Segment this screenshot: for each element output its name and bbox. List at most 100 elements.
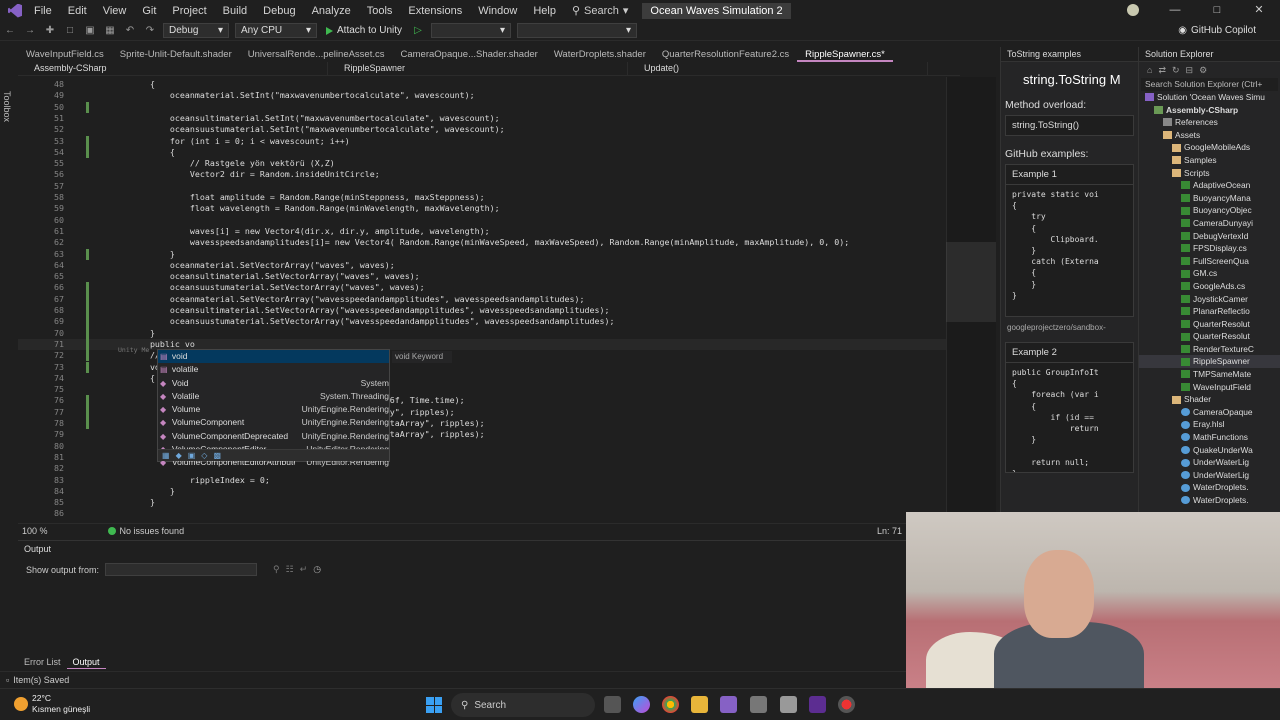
- code-line[interactable]: 51 oceansultimaterial.SetInt("maxwavenum…: [18, 113, 946, 124]
- code-line[interactable]: 67 oceanmaterial.SetVectorArray("wavessp…: [18, 294, 946, 305]
- tree-item[interactable]: Assets: [1139, 129, 1280, 142]
- tab-error-list[interactable]: Error List: [18, 655, 67, 669]
- output-source-dropdown[interactable]: [105, 563, 258, 576]
- code-line[interactable]: 53 for (int i = 0; i < wavescount; i++): [18, 136, 946, 147]
- completion-item[interactable]: ◆ VolumeComponent UnityEngine.Rendering: [158, 416, 389, 429]
- code-line[interactable]: 63 }: [18, 249, 946, 260]
- issues-status[interactable]: No issues found: [120, 526, 185, 536]
- filter-icon[interactable]: ▦: [162, 451, 170, 460]
- document-tab[interactable]: UniversalRende...pelineAsset.cs: [240, 47, 393, 62]
- tree-item[interactable]: Samples: [1139, 154, 1280, 167]
- code-line[interactable]: 57: [18, 181, 946, 192]
- project-dropdown[interactable]: Assembly-CSharp: [18, 62, 328, 75]
- tree-item[interactable]: AdaptiveOcean: [1139, 179, 1280, 192]
- code-line[interactable]: 56 Vector2 dir = Random.insideUnitCircle…: [18, 169, 946, 180]
- completion-item[interactable]: ▤ void: [158, 350, 389, 364]
- visual-studio-icon[interactable]: [720, 696, 737, 713]
- find-icon[interactable]: ⚲: [273, 564, 280, 575]
- tree-item[interactable]: DebugVertexId: [1139, 230, 1280, 243]
- tree-item[interactable]: CameraDunyayi: [1139, 217, 1280, 230]
- menu-item-view[interactable]: View: [95, 5, 135, 17]
- menu-item-edit[interactable]: Edit: [60, 5, 95, 17]
- code-line[interactable]: 49 oceanmaterial.SetInt("maxwavenumberto…: [18, 90, 946, 101]
- tree-item[interactable]: GoogleAds.cs: [1139, 280, 1280, 293]
- timestamp-icon[interactable]: ◷: [313, 564, 321, 575]
- line-position[interactable]: Ln: 71: [877, 526, 902, 536]
- code-line[interactable]: 69 oceansuustumaterial.SetVectorArray("w…: [18, 316, 946, 327]
- completion-item[interactable]: ▤ volatile: [158, 363, 389, 376]
- class-dropdown[interactable]: RippleSpawner: [328, 62, 628, 75]
- tree-item[interactable]: PlanarReflectio: [1139, 305, 1280, 318]
- minimap-viewport[interactable]: [946, 242, 996, 322]
- code-line[interactable]: 59 float wavelength = Random.Range(minWa…: [18, 203, 946, 214]
- run-without-debug-icon[interactable]: ▷: [410, 24, 426, 38]
- tree-item[interactable]: Eray.hlsl: [1139, 418, 1280, 431]
- document-tab[interactable]: WaveInputField.cs: [18, 47, 112, 62]
- refresh-icon[interactable]: ↻: [1172, 65, 1180, 76]
- tree-item[interactable]: CameraOpaque: [1139, 406, 1280, 419]
- chrome-icon[interactable]: [662, 696, 679, 713]
- tree-item[interactable]: FPSDisplay.cs: [1139, 242, 1280, 255]
- code-line[interactable]: 61 waves[i] = new Vector4(dir.x, dir.y, …: [18, 226, 946, 237]
- config-dropdown[interactable]: Debug ▾: [163, 23, 229, 38]
- completion-item[interactable]: ◆ Void System: [158, 377, 389, 390]
- startup-dropdown[interactable]: ▾: [431, 23, 512, 38]
- back-icon[interactable]: ←: [2, 24, 18, 38]
- code-line[interactable]: 50: [18, 102, 946, 113]
- forward-icon[interactable]: →: [22, 24, 38, 38]
- menu-item-debug[interactable]: Debug: [255, 5, 303, 17]
- menu-item-analyze[interactable]: Analyze: [304, 5, 359, 17]
- tree-item[interactable]: References: [1139, 116, 1280, 129]
- code-line[interactable]: 84 }: [18, 486, 946, 497]
- weather-widget[interactable]: 22°C Kısmen güneşli: [14, 693, 90, 715]
- completion-item[interactable]: ◆ VolumeComponentDeprecated UnityEngine.Re…: [158, 430, 389, 443]
- tree-item[interactable]: GM.cs: [1139, 267, 1280, 280]
- tree-item[interactable]: UnderWaterLig: [1139, 469, 1280, 482]
- recorder-icon[interactable]: [838, 696, 855, 713]
- code-line[interactable]: 62 wavesspeedsandamplitudes[i]= new Vect…: [18, 237, 946, 248]
- filter-icon[interactable]: ▩: [213, 451, 221, 460]
- code-line[interactable]: 85 }: [18, 497, 946, 508]
- clear-all-icon[interactable]: ☷: [286, 564, 294, 575]
- tree-item[interactable]: QuakeUnderWa: [1139, 444, 1280, 457]
- code-line[interactable]: 65 oceansultimaterial.SetVectorArray("wa…: [18, 271, 946, 282]
- tab-output[interactable]: Output: [66, 655, 106, 669]
- maximize-button[interactable]: □: [1196, 0, 1238, 21]
- tree-item[interactable]: Shader: [1139, 393, 1280, 406]
- code-line[interactable]: 68 oceansultimaterial.SetVectorArray("wa…: [18, 305, 946, 316]
- task-view-icon[interactable]: [604, 696, 621, 713]
- tree-item[interactable]: QuarterResolut: [1139, 330, 1280, 343]
- tree-item[interactable]: GoogleMobileAds: [1139, 141, 1280, 154]
- method-overload-value[interactable]: string.ToString(): [1005, 115, 1134, 136]
- member-dropdown[interactable]: Update(): [628, 62, 928, 75]
- code-line[interactable]: 66 oceansuustumaterial.SetVectorArray("w…: [18, 282, 946, 293]
- tree-item[interactable]: WaterDroplets.: [1139, 481, 1280, 494]
- copilot-icon[interactable]: [633, 696, 650, 713]
- tree-item[interactable]: UnderWaterLig: [1139, 456, 1280, 469]
- collapse-icon[interactable]: ⊟: [1186, 65, 1194, 76]
- tree-item[interactable]: WaveInputField: [1139, 381, 1280, 394]
- code-line[interactable]: 58 float amplitude = Random.Range(minSte…: [18, 192, 946, 203]
- undo-icon[interactable]: ↶: [122, 24, 138, 38]
- attach-to-unity-button[interactable]: Attach to Unity: [320, 25, 408, 36]
- code-line[interactable]: 70 }: [18, 328, 946, 339]
- menu-item-help[interactable]: Help: [525, 5, 564, 17]
- menu-item-git[interactable]: Git: [134, 5, 164, 17]
- word-wrap-icon[interactable]: ↵: [300, 564, 308, 575]
- document-tab[interactable]: QuarterResolutionFeature2.cs: [654, 47, 797, 62]
- tree-item[interactable]: FullScreenQua: [1139, 255, 1280, 268]
- target-dropdown[interactable]: ▾: [517, 23, 638, 38]
- document-tab[interactable]: WaterDroplets.shader: [546, 47, 654, 62]
- search-menu[interactable]: ⚲ Search ▾: [564, 4, 636, 18]
- close-button[interactable]: ✕: [1238, 0, 1280, 21]
- tree-item[interactable]: Scripts: [1139, 167, 1280, 180]
- properties-icon[interactable]: ⚙: [1199, 65, 1207, 76]
- save-all-icon[interactable]: ▦: [102, 24, 118, 38]
- sync-icon[interactable]: ⇄: [1158, 65, 1166, 76]
- code-line[interactable]: 60: [18, 215, 946, 226]
- tree-item[interactable]: WaterDroplets.: [1139, 494, 1280, 507]
- filter-icon[interactable]: ▣: [188, 451, 196, 460]
- tree-item[interactable]: MathFunctions: [1139, 431, 1280, 444]
- completion-item[interactable]: ◆ Volume UnityEngine.Rendering: [158, 403, 389, 416]
- filter-icon[interactable]: ◇: [201, 451, 207, 460]
